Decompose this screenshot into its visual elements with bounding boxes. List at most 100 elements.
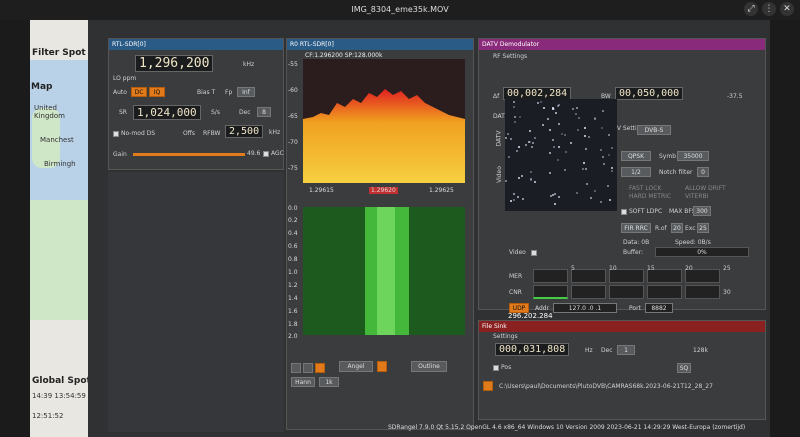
close-button[interactable]: ✕ [780,2,794,16]
fullscreen-button[interactable]: ⤢ [744,2,758,16]
udp-port-input[interactable]: 8882 [645,303,673,313]
map-tab[interactable]: Map [31,82,52,92]
fast-lock-option[interactable]: FAST LOCK [629,185,661,192]
channel-frequency-readout: 296.202.284 [508,312,553,320]
constellation-point [554,203,556,205]
spectrum-display[interactable] [303,59,465,183]
standard-select[interactable]: DVB-S [637,125,671,135]
rtlsdr-header: RTL-SDR[0] [109,39,283,50]
constellation-point [558,123,560,125]
gain-slider[interactable] [133,153,245,156]
wf-tick-2: 0.4 [288,230,298,237]
sink-rate: 128k [693,347,708,354]
gauge-mark-15: 15 [647,265,655,272]
allow-drift-option[interactable]: ALLOW DRIFT [685,185,726,192]
modulation-select[interactable]: QPSK [621,151,651,161]
constellation-point [572,108,574,110]
wf-tick-7: 1.4 [288,295,298,302]
udp-address-input[interactable]: 127.0 .0 .1 [553,303,617,313]
window-select[interactable]: Hann [291,377,315,387]
dc-button[interactable]: DC [131,87,147,97]
constellation-point [513,193,515,195]
agc-checkbox[interactable] [263,151,269,157]
symbol-rate-input[interactable]: 35000 [677,151,709,161]
sink-dec-label: Dec [601,347,613,354]
constellation-point [582,168,584,170]
pos-checkbox[interactable] [493,365,499,371]
soft-ldpc-checkbox[interactable] [621,209,627,215]
port-label: Port [629,305,641,312]
notch-input[interactable]: 0 [697,167,709,177]
map-land-south [30,200,88,320]
spectrum-tool-1[interactable] [291,363,301,373]
spot-time-1: 14:39 13:54:59 [32,392,86,400]
constellation-point [552,194,554,196]
iq-button[interactable]: IQ [149,87,165,97]
cnr-label: CNR [509,289,522,296]
constellation-display [505,99,617,211]
no-mod-checkbox[interactable] [113,131,119,137]
max-bfs-input[interactable]: 300 [693,206,711,216]
more-menu-button[interactable]: ⋮ [762,2,776,16]
constellation-point [505,137,507,139]
spectrum-tool-2[interactable] [303,363,313,373]
mer-gauge [533,269,568,283]
constellation-point [513,106,515,108]
constellation-point [577,129,579,131]
constellation-point [557,105,559,107]
gauge-mark-5: 5 [571,265,575,272]
pos-label: Pos [501,364,512,371]
wf-tick-9: 1.8 [288,321,298,328]
fec-select[interactable]: 1/2 [621,167,651,177]
wf-tick-6: 1.2 [288,282,298,289]
constellation-point [609,199,611,201]
rf-settings-label: RF Settings [493,53,528,60]
constellation-point [522,198,524,200]
exc-input[interactable]: 25 [697,223,709,233]
dec-select[interactable]: 8 [257,107,271,117]
constellation-point [549,129,551,131]
filter-select[interactable]: FIR RRC [621,223,651,233]
angel-select[interactable]: Angel [339,361,373,372]
sink-dec-select[interactable]: 1 [617,345,635,355]
sample-rate[interactable]: 1,024,000 [133,105,201,120]
exc-label: Exc [685,225,696,232]
gain-value: 49.6 [247,150,261,157]
outline-select[interactable]: Outline [411,361,447,372]
tab-datv[interactable]: DATV [495,131,502,147]
file-sink-delta-f[interactable]: 000,031,808 [495,343,570,356]
mer-label: MER [509,273,523,280]
bias-t-label: Bias T [197,89,216,96]
constellation-point [521,175,523,177]
video-checkbox[interactable] [531,250,537,256]
viterbi-option[interactable]: VITERBI [685,193,708,200]
spectrum-tool-4[interactable] [377,361,387,372]
fft-size-select[interactable]: 1k [319,377,339,387]
record-button[interactable] [483,381,493,391]
datv-bandwidth[interactable]: 00,050,000 [615,87,684,100]
sq-button[interactable]: SQ [677,363,691,373]
y-tick-2: -60 [288,87,298,94]
file-sink-header: File Sink [479,321,765,332]
file-sink-settings: Settings [493,333,518,340]
constellation-point [549,152,551,154]
constellation-point [553,146,555,148]
constellation-point [555,112,557,114]
center-frequency[interactable]: 1,296,200 [135,55,214,72]
wf-tick-10: 2.0 [288,333,298,340]
constellation-point [585,148,587,150]
tab-video[interactable]: Video [496,166,503,183]
rfbw-value[interactable]: 2,500 [225,125,264,138]
spectrum-tool-3[interactable] [315,363,325,373]
waterfall-display[interactable] [303,207,465,335]
constellation-point [543,107,545,109]
fp-select[interactable]: Inf [237,87,255,97]
constellation-point [530,178,532,180]
constellation-point [518,177,520,179]
wf-tick-4: 0.8 [288,256,298,263]
rolloff-input[interactable]: 20 [671,223,683,233]
constellation-point [611,170,613,172]
constellation-point [514,121,516,123]
rtlsdr-panel: RTL-SDR[0] 1,296,200 kHz LO ppm Auto DC … [108,38,284,170]
hard-metric-option[interactable]: HARD METRIC [629,193,671,200]
